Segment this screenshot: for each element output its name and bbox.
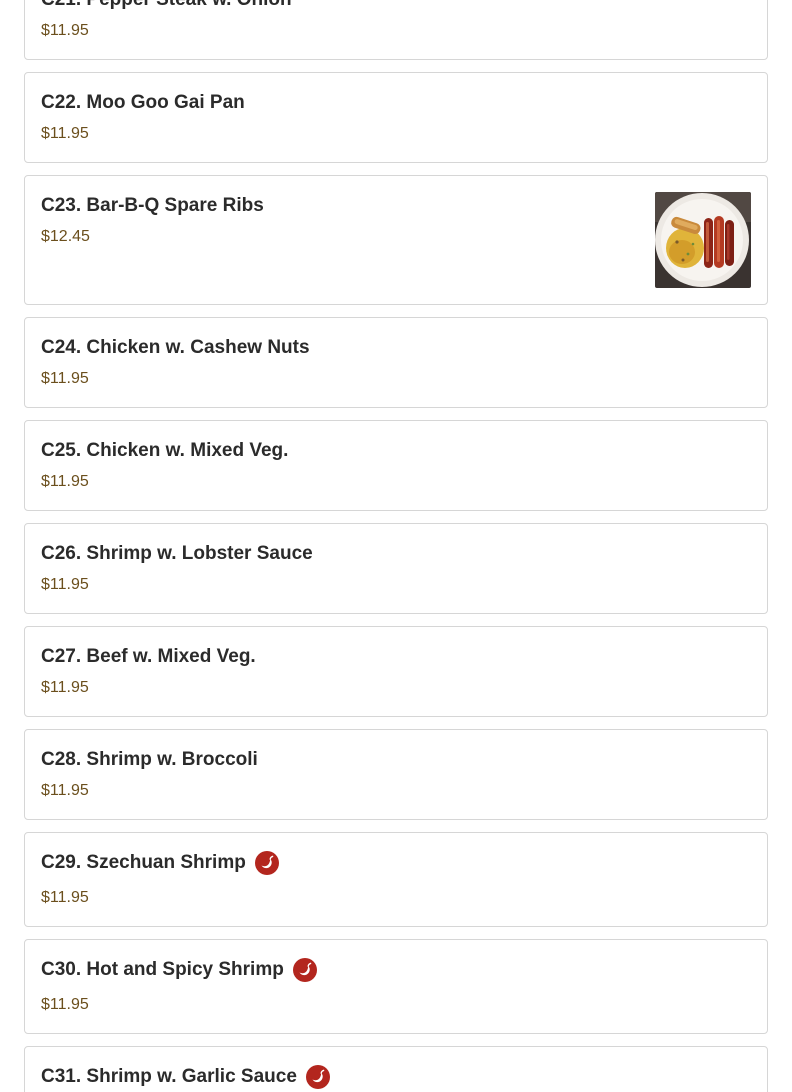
menu-item-price: $11.95 [41, 679, 89, 696]
menu-item-card[interactable]: C30. Hot and Spicy Shrimp $11.95 [24, 939, 768, 1034]
menu-item-name: C23. Bar-B-Q Spare Ribs [41, 195, 264, 216]
food-photo-image [655, 192, 751, 288]
menu-item-price: $11.95 [41, 889, 89, 906]
menu-item-name: C28. Shrimp w. Broccoli [41, 749, 258, 770]
menu-item-title-row: C29. Szechuan Shrimp [41, 849, 751, 877]
menu-item-list: C21. Pepper Steak w. Onion $11.95 C22. M… [24, 0, 768, 1092]
menu-item-name: C21. Pepper Steak w. Onion [41, 0, 751, 14]
menu-item-name: C29. Szechuan Shrimp [41, 852, 246, 873]
menu-item-card[interactable]: C29. Szechuan Shrimp $11.95 [24, 832, 768, 927]
menu-item-card[interactable]: C22. Moo Goo Gai Pan $11.95 [24, 72, 768, 163]
menu-item-name: C26. Shrimp w. Lobster Sauce [41, 543, 313, 564]
menu-item-name: C27. Beef w. Mixed Veg. [41, 646, 256, 667]
menu-item-name: C22. Moo Goo Gai Pan [41, 92, 245, 113]
menu-item-card[interactable]: C31. Shrimp w. Garlic Sauce [24, 1046, 768, 1092]
menu-item-title-row: C30. Hot and Spicy Shrimp [41, 956, 751, 984]
menu-item-title-row: C31. Shrimp w. Garlic Sauce [41, 1063, 751, 1091]
menu-item-price: $12.45 [41, 228, 90, 245]
menu-item-price: $11.95 [41, 473, 89, 490]
menu-item-price: $11.95 [41, 125, 89, 142]
menu-item-card[interactable]: C25. Chicken w. Mixed Veg. $11.95 [24, 420, 768, 511]
chili-pepper-icon [305, 1065, 330, 1089]
menu-item-price: $11.95 [41, 782, 89, 799]
chili-pepper-icon [292, 958, 317, 982]
menu-item-card[interactable]: C21. Pepper Steak w. Onion $11.95 [24, 0, 768, 60]
menu-item-price: $11.95 [41, 576, 89, 593]
menu-item-name: C25. Chicken w. Mixed Veg. [41, 440, 289, 461]
menu-item-card[interactable]: C24. Chicken w. Cashew Nuts $11.95 [24, 317, 768, 408]
spare-ribs-plate-photo[interactable] [655, 192, 751, 288]
menu-item-card[interactable]: C28. Shrimp w. Broccoli $11.95 [24, 729, 768, 820]
menu-item-card[interactable]: C23. Bar-B-Q Spare Ribs $12.45 [24, 175, 768, 305]
chili-pepper-icon [254, 851, 279, 875]
menu-item-name: C24. Chicken w. Cashew Nuts [41, 337, 310, 358]
menu-item-card[interactable]: C26. Shrimp w. Lobster Sauce $11.95 [24, 523, 768, 614]
menu-item-name: C30. Hot and Spicy Shrimp [41, 959, 284, 980]
menu-item-name: C31. Shrimp w. Garlic Sauce [41, 1066, 297, 1087]
menu-item-price: $11.95 [41, 22, 89, 39]
menu-item-price: $11.95 [41, 996, 89, 1013]
menu-item-price: $11.95 [41, 370, 89, 387]
menu-item-card[interactable]: C27. Beef w. Mixed Veg. $11.95 [24, 626, 768, 717]
